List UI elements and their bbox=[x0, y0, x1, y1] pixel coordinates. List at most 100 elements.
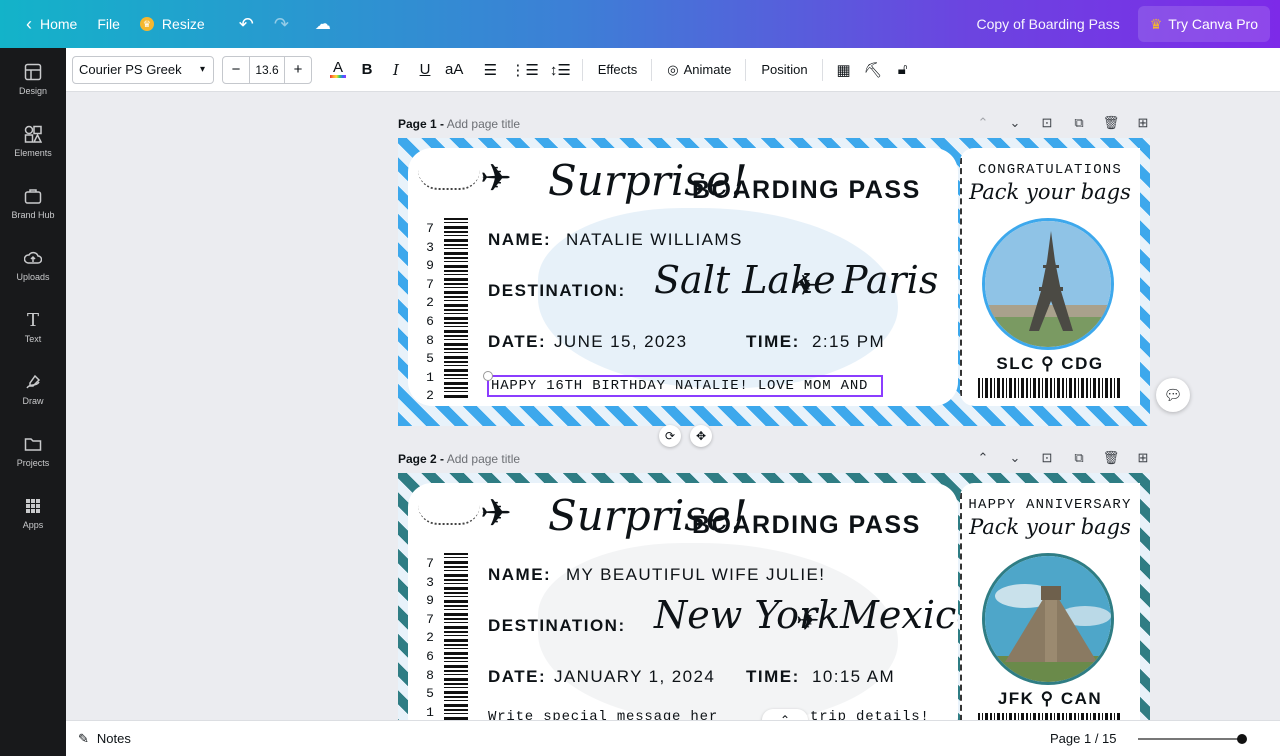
cloud-save-button[interactable]: ☁ bbox=[305, 8, 341, 40]
notes-button[interactable]: ✎ Notes bbox=[78, 731, 131, 747]
message-text-box[interactable]: HAPPY 16TH BIRTHDAY NATALIE! LOVE MOM AN… bbox=[487, 375, 883, 397]
position-button[interactable]: Position bbox=[753, 56, 815, 84]
list-button[interactable]: ⋮☰ bbox=[505, 56, 543, 84]
time-label: TIME: bbox=[746, 332, 800, 351]
animate-button[interactable]: ◎ Animate bbox=[659, 56, 739, 84]
page-indicator[interactable]: Page 1 / 15 bbox=[1050, 731, 1117, 746]
rotate-handle[interactable] bbox=[483, 371, 493, 381]
ticket-stub: HAPPY ANNIVERSARY Pack your bags JFK ⚲ C… bbox=[960, 483, 1140, 720]
name-label: NAME: bbox=[488, 565, 552, 584]
barcode-digit: 2 bbox=[426, 388, 434, 404]
ticket-stub: CONGRATULATIONS Pack your bags SLC ⚲ CDG bbox=[960, 148, 1140, 406]
lock-page-icon[interactable]: ⊡ bbox=[1038, 450, 1056, 466]
airplane-icon: ✈ bbox=[796, 605, 820, 636]
airport-codes: SLC ⚲ CDG bbox=[996, 354, 1104, 373]
comment-plus-icon: 💬︎ bbox=[1163, 387, 1183, 404]
italic-button[interactable]: I bbox=[382, 56, 410, 84]
italic-icon: I bbox=[393, 60, 399, 79]
duplicate-page-icon[interactable]: ⧉ bbox=[1070, 450, 1088, 466]
divider bbox=[651, 58, 653, 81]
decrease-font-size-button[interactable]: − bbox=[223, 57, 249, 83]
undo-button[interactable]: ↶ bbox=[229, 8, 264, 40]
lock-page-icon[interactable]: ⊡ bbox=[1038, 115, 1056, 131]
message-placeholder[interactable]: Write special message her bbox=[488, 709, 718, 720]
boarding-pass-page-2[interactable]: ✈ Surprise! BOARDING PASS 739726851 NAME… bbox=[398, 473, 1150, 720]
vertical-barcode bbox=[444, 553, 468, 720]
top-bar: ‹ Home File ♛ Resize ↶ ↷ ☁ Copy of Board… bbox=[0, 0, 1280, 48]
canvas-area[interactable]: Page 1 - Add page title ⌃ ⌄ ⊡ ⧉ 🗑︎ ⊞ ✈ S… bbox=[66, 92, 1280, 720]
name-value: NATALIE WILLIAMS bbox=[566, 230, 743, 249]
move-icon[interactable]: ✥ bbox=[690, 425, 712, 447]
uploads-icon bbox=[23, 248, 43, 268]
horizontal-barcode bbox=[978, 713, 1120, 720]
message-placeholder-tail[interactable]: trip details! bbox=[810, 709, 930, 720]
delete-page-icon[interactable]: 🗑︎ bbox=[1102, 115, 1120, 131]
rail-item-elements[interactable]: Elements bbox=[0, 110, 66, 172]
text-icon: T bbox=[26, 309, 39, 331]
move-down-icon[interactable]: ⌄ bbox=[1006, 115, 1024, 131]
text-color-button[interactable]: A bbox=[324, 56, 352, 84]
file-menu-button[interactable]: File bbox=[87, 8, 130, 40]
redo-button[interactable]: ↷ bbox=[264, 8, 299, 40]
lock-button[interactable]: 🔓︎ bbox=[889, 56, 917, 84]
letter-case-button[interactable]: aA bbox=[440, 56, 468, 84]
rail-item-projects[interactable]: Projects bbox=[0, 420, 66, 482]
spacing-button[interactable]: ↕☰ bbox=[545, 56, 576, 84]
add-page-title[interactable]: Add page title bbox=[447, 452, 520, 466]
divider bbox=[745, 58, 747, 81]
page-1-label[interactable]: Page 1 - Add page title bbox=[398, 117, 520, 131]
barcode-digit: 2 bbox=[426, 630, 434, 646]
zoom-slider[interactable] bbox=[1138, 734, 1247, 744]
bullet-list-icon: ⋮☰ bbox=[510, 61, 539, 79]
align-left-icon: ☰ bbox=[483, 61, 498, 79]
rail-label: Apps bbox=[22, 520, 44, 530]
add-page-title[interactable]: Add page title bbox=[447, 117, 520, 131]
text-color-icon: A bbox=[330, 60, 346, 78]
add-page-icon[interactable]: ⊞ bbox=[1134, 115, 1152, 131]
rail-item-apps[interactable]: Apps bbox=[0, 482, 66, 544]
redo-icon: ↷ bbox=[273, 13, 289, 34]
copy-style-button[interactable]: ⛏ bbox=[859, 56, 888, 84]
vertical-barcode bbox=[444, 218, 468, 400]
resize-button[interactable]: ♛ Resize bbox=[130, 8, 215, 40]
rail-label: Draw bbox=[22, 396, 44, 406]
add-comment-button[interactable]: 💬︎ bbox=[1156, 378, 1190, 412]
pyramid-photo bbox=[982, 553, 1114, 685]
animate-icon: ◎ bbox=[667, 61, 679, 77]
increase-font-size-button[interactable]: + bbox=[285, 57, 311, 83]
zoom-slider-handle[interactable] bbox=[1236, 734, 1247, 744]
effects-button[interactable]: Effects bbox=[590, 56, 646, 84]
rail-item-draw[interactable]: Draw bbox=[0, 358, 66, 420]
duplicate-page-icon[interactable]: ⧉ bbox=[1070, 115, 1088, 131]
line-spacing-icon: ↕☰ bbox=[549, 61, 571, 79]
transparency-button[interactable]: ▦ bbox=[830, 56, 858, 84]
delete-page-icon[interactable]: 🗑︎ bbox=[1102, 450, 1120, 466]
boarding-pass-page-1[interactable]: ✈ Surprise! BOARDING PASS 7397268512 NAM… bbox=[398, 138, 1150, 426]
add-page-icon[interactable]: ⊞ bbox=[1134, 450, 1152, 466]
home-button[interactable]: ‹ Home bbox=[16, 8, 87, 40]
rotate-icon[interactable]: ⟳ bbox=[659, 425, 681, 447]
notes-label: Notes bbox=[96, 731, 131, 746]
page-2-label[interactable]: Page 2 - Add page title bbox=[398, 452, 520, 466]
barcode-digit: 3 bbox=[426, 574, 434, 590]
destination-label: DESTINATION: bbox=[488, 281, 626, 300]
align-button[interactable]: ☰ bbox=[476, 56, 504, 84]
move-down-icon[interactable]: ⌄ bbox=[1006, 450, 1024, 466]
font-family-dropdown[interactable]: Courier PS Greek ▾ bbox=[72, 55, 214, 84]
rail-item-design[interactable]: Design bbox=[0, 48, 66, 110]
rail-item-uploads[interactable]: Uploads bbox=[0, 234, 66, 296]
collapse-pages-icon[interactable]: ⌃ bbox=[762, 709, 808, 720]
move-up-icon[interactable]: ⌃ bbox=[974, 450, 992, 466]
move-up-icon[interactable]: ⌃ bbox=[974, 115, 992, 131]
barcode-digit: 8 bbox=[426, 332, 434, 348]
font-size-input[interactable]: 13.6 bbox=[249, 56, 285, 83]
bold-button[interactable]: B bbox=[353, 56, 381, 84]
barcode-digit: 7 bbox=[426, 556, 434, 571]
underline-button[interactable]: U bbox=[411, 56, 439, 84]
rail-item-brand-hub[interactable]: Brand Hub bbox=[0, 172, 66, 234]
rail-item-text[interactable]: T Text bbox=[0, 296, 66, 358]
resize-label: Resize bbox=[161, 16, 205, 32]
document-title[interactable]: Copy of Boarding Pass bbox=[977, 16, 1120, 32]
try-canva-pro-button[interactable]: ♛ Try Canva Pro bbox=[1137, 6, 1270, 42]
barcode-digit: 7 bbox=[426, 221, 434, 236]
